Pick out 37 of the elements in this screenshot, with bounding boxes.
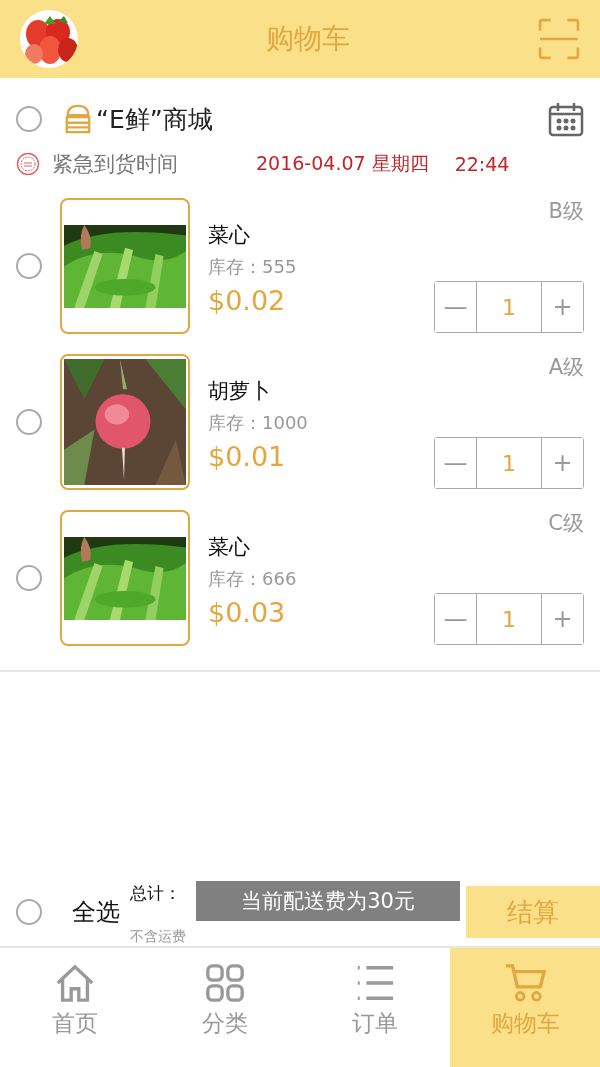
product-thumbnail[interactable] — [60, 510, 190, 646]
calendar-icon[interactable] — [548, 101, 584, 137]
product-price: $0.03 — [208, 596, 287, 628]
stock-text: 库存：555 — [208, 254, 298, 279]
store-name: “E鲜”商城 — [96, 103, 214, 136]
delivery-date: 2016-04.07 星期四 — [256, 151, 429, 176]
product-thumbnail[interactable] — [60, 198, 190, 334]
radio-button[interactable] — [16, 565, 42, 591]
total-label: 总计： — [130, 882, 181, 905]
select-all-label[interactable]: 全选 — [72, 896, 120, 928]
scan-icon[interactable] — [538, 18, 580, 60]
shop-icon — [64, 103, 92, 135]
toast-message: 当前配送费为30元 — [196, 881, 460, 921]
urgent-label: 紧急到货时间 — [52, 151, 179, 178]
product-name: 菜心 — [208, 533, 251, 561]
home-icon — [54, 962, 96, 1004]
product-name: 胡萝卜 — [208, 377, 272, 405]
grid-icon — [204, 962, 246, 1004]
grade-label: A级 — [548, 354, 584, 381]
cart-icon — [504, 962, 546, 1004]
product-price: $0.02 — [208, 284, 287, 316]
grade-label: C级 — [548, 510, 584, 537]
grade-label: B级 — [548, 198, 584, 225]
radio-button[interactable] — [16, 409, 42, 435]
stock-text: 库存：1000 — [208, 410, 309, 435]
stamp-icon — [16, 152, 40, 176]
radio-button[interactable] — [16, 899, 42, 925]
delivery-time: 22:44 — [454, 153, 510, 175]
shipping-note: 不含运费 — [130, 928, 186, 946]
nav-tab[interactable]: 购物车 — [450, 948, 600, 1067]
radio-button[interactable] — [16, 106, 42, 132]
product-price: $0.01 — [208, 440, 287, 472]
stock-text: 库存：666 — [208, 566, 298, 591]
page-title: 购物车 — [265, 21, 351, 57]
radio-button[interactable] — [16, 253, 42, 279]
checkout-button[interactable]: 结算 — [466, 886, 600, 938]
product-name: 菜心 — [208, 221, 251, 249]
